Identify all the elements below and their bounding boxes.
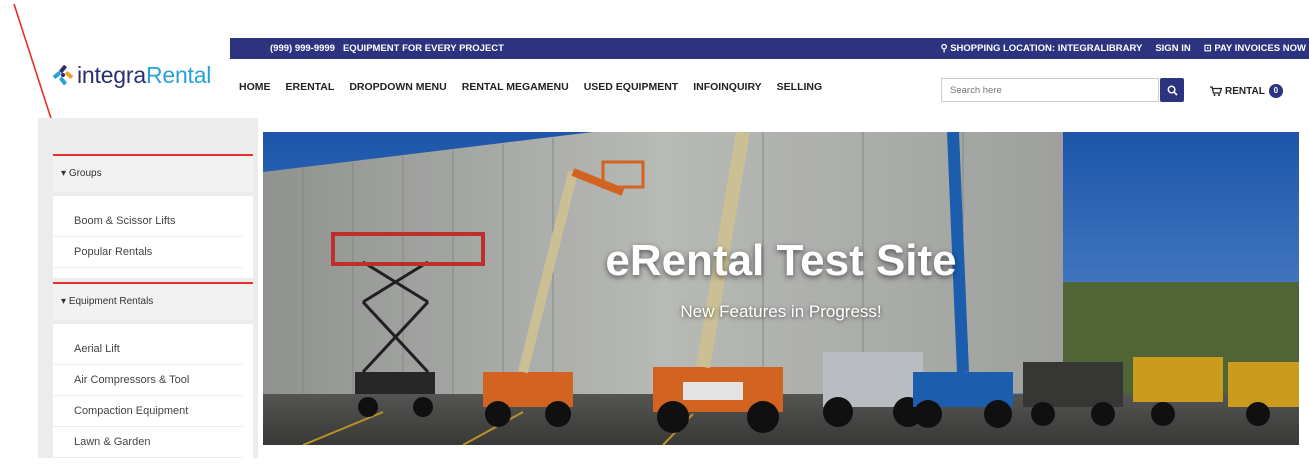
sidebar-item-popular-rentals[interactable]: Popular Rentals <box>53 237 243 268</box>
search-icon <box>1167 85 1178 96</box>
nav-selling[interactable]: SELLING <box>777 81 823 93</box>
groups-panel-header[interactable]: ▾ Groups <box>53 154 253 192</box>
groups-panel-title: Groups <box>68 168 102 179</box>
cart-count-badge: 0 <box>1268 84 1283 98</box>
cart-icon <box>1210 86 1222 96</box>
pay-invoices-link[interactable]: ⊡ PAY INVOICES NOW <box>1204 38 1306 59</box>
main-navigation: HOME ERENTAL DROPDOWN MENU RENTAL MEGAME… <box>239 81 822 93</box>
cart-label: RENTAL <box>1225 85 1265 97</box>
money-icon: ⊡ <box>1203 43 1212 54</box>
equipment-panel-body: Aerial Lift Air Compressors & Tool Compa… <box>53 324 253 474</box>
equipment-panel-title: Equipment Rentals <box>68 296 154 307</box>
nav-dropdown-menu[interactable]: DROPDOWN MENU <box>349 81 446 93</box>
hero-title: eRental Test Site <box>605 236 957 285</box>
sidebar-item-compaction-equipment[interactable]: Compaction Equipment <box>53 396 243 427</box>
sidebar-item-air-compressors[interactable]: Air Compressors & Tool <box>53 365 243 396</box>
nav-home[interactable]: HOME <box>239 81 271 93</box>
hero-banner[interactable]: eRental Test Site New Features in Progre… <box>263 132 1299 445</box>
tagline: EQUIPMENT FOR EVERY PROJECT <box>342 43 504 54</box>
brand-logo[interactable]: integraRental <box>52 60 211 90</box>
logo-text-integra: integra <box>77 61 146 88</box>
search-input[interactable] <box>941 78 1159 102</box>
groups-panel-body: Boom & Scissor Lifts Popular Rentals <box>53 196 253 278</box>
rental-cart-button[interactable]: RENTAL 0 <box>1210 84 1283 98</box>
caret-down-icon: ▾ <box>61 168 67 179</box>
sidebar-item-boom-scissor-lifts[interactable]: Boom & Scissor Lifts <box>53 206 243 237</box>
logo-text-rental: Rental <box>145 61 212 88</box>
sidebar: ▾ Groups Boom & Scissor Lifts Popular Re… <box>38 118 258 474</box>
phone-number[interactable]: (999) 999-9999 <box>270 43 335 54</box>
shopping-location-label: SHOPPING LOCATION: INTEGRALIBRARY <box>950 43 1143 54</box>
sidebar-item-aerial-lift[interactable]: Aerial Lift <box>53 334 243 365</box>
sidebar-item-lawn-garden[interactable]: Lawn & Garden <box>53 427 243 458</box>
search-button[interactable] <box>1160 78 1184 102</box>
caret-down-icon: ▾ <box>61 296 67 307</box>
shopping-location-link[interactable]: ⚲ SHOPPING LOCATION: INTEGRALIBRARY <box>941 38 1143 59</box>
pay-invoices-label: PAY INVOICES NOW <box>1214 43 1306 54</box>
hero-image <box>263 132 1299 445</box>
nav-erental[interactable]: ERENTAL <box>286 81 335 93</box>
nav-rental-megamenu[interactable]: RENTAL MEGAMENU <box>462 81 569 93</box>
logo-star-icon <box>53 65 73 85</box>
nav-used-equipment[interactable]: USED EQUIPMENT <box>584 81 679 93</box>
top-bar: (999) 999-9999 EQUIPMENT FOR EVERY PROJEC… <box>230 38 1309 59</box>
nav-infoinquiry[interactable]: INFOINQUIRY <box>693 81 761 93</box>
hero-subtitle: New Features in Progress! <box>680 302 882 321</box>
location-pin-icon: ⚲ <box>940 43 948 54</box>
sign-in-link[interactable]: SIGN IN <box>1155 38 1190 59</box>
equipment-panel-header[interactable]: ▾ Equipment Rentals <box>53 282 253 320</box>
